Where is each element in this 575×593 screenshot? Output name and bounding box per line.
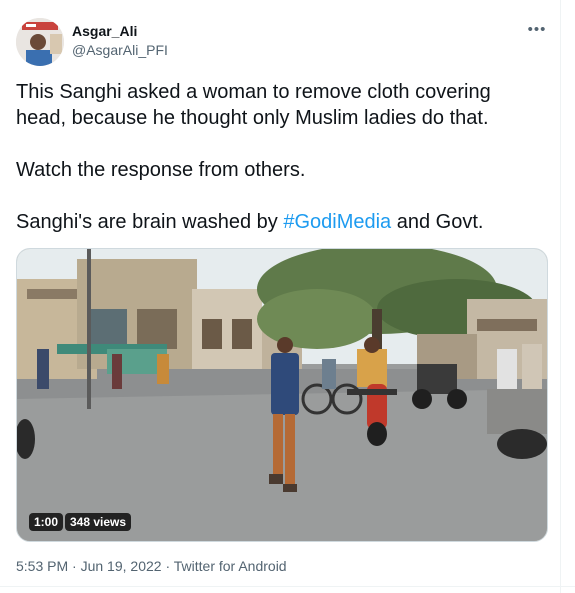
tweet-text: This Sanghi asked a woman to remove clot… bbox=[16, 79, 546, 235]
tweet-text-segment: Sanghi's are brain washed by bbox=[16, 211, 284, 233]
author-handle[interactable]: @AsgarAli_PFI bbox=[72, 42, 168, 58]
tweet-date[interactable]: Jun 19, 2022 bbox=[81, 558, 162, 574]
tweet-time[interactable]: 5:53 PM bbox=[16, 558, 68, 574]
hashtag-link[interactable]: #GodiMedia bbox=[283, 211, 391, 233]
separator: · bbox=[161, 558, 174, 574]
video-duration-badge: 1:00 bbox=[29, 513, 64, 531]
divider bbox=[0, 586, 575, 587]
video-thumbnail bbox=[17, 249, 547, 541]
divider bbox=[560, 0, 561, 593]
profile-photo-icon bbox=[16, 18, 64, 66]
author-name[interactable]: Asgar_Ali bbox=[72, 23, 137, 39]
tweet-paragraph: This Sanghi asked a woman to remove clot… bbox=[16, 81, 491, 129]
avatar[interactable] bbox=[16, 18, 64, 66]
tweet-paragraph: Watch the response from others. bbox=[16, 159, 306, 181]
separator: · bbox=[68, 558, 81, 574]
video-player[interactable]: 1:00 348 views bbox=[16, 248, 548, 542]
tweet-paragraph: Sanghi's are brain washed by #GodiMedia … bbox=[16, 209, 546, 235]
tweet-metadata: 5:53 PM · Jun 19, 2022 · Twitter for And… bbox=[16, 558, 287, 574]
tweet-text-segment: and Govt. bbox=[391, 211, 484, 233]
more-options-icon[interactable]: ••• bbox=[526, 20, 548, 40]
tweet-card: Asgar_Ali @AsgarAli_PFI ••• This Sanghi … bbox=[0, 0, 575, 593]
video-views-badge: 348 views bbox=[65, 513, 132, 531]
tweet-source[interactable]: Twitter for Android bbox=[174, 558, 287, 574]
